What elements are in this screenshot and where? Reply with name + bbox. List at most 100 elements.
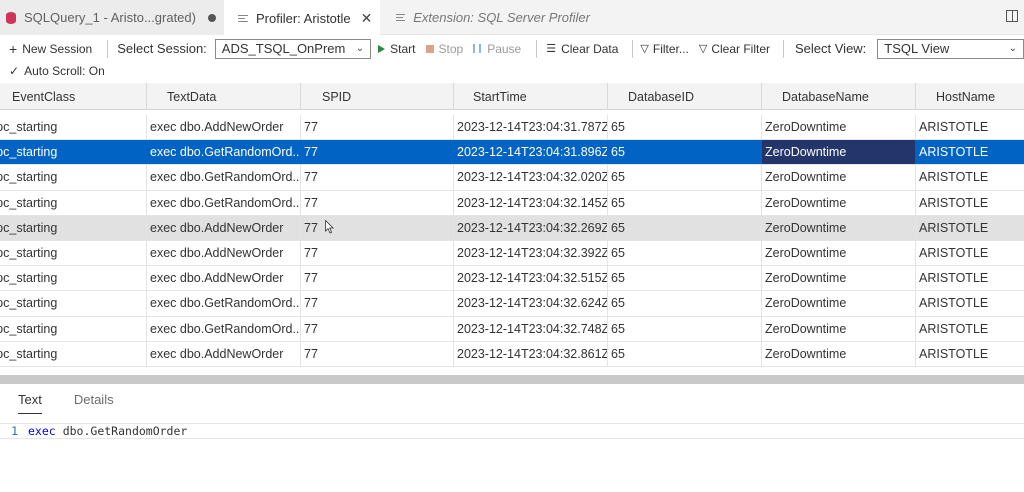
cell-eventclass[interactable]: rpc_starting (0, 215, 147, 240)
cell-spid[interactable]: 77 (301, 190, 454, 215)
cell-spid[interactable]: 77 (301, 240, 454, 266)
new-session-button[interactable]: + New Session (9, 41, 92, 57)
cell-spid[interactable]: 77 (301, 165, 454, 190)
cell-starttime[interactable]: 2023-12-14T23:04:32.861Z (454, 341, 608, 366)
cell-starttime[interactable]: 2023-12-14T23:04:32.624Z (454, 291, 608, 316)
table-row[interactable]: rpc_starting exec dbo.GetRandomOrd...77 20… (0, 316, 1024, 342)
column-header-spid[interactable]: SPID (301, 83, 454, 110)
cell-textdata[interactable]: exec dbo.GetRandomOrd... (147, 165, 301, 190)
clear-data-button[interactable]: ☰ Clear Data (546, 42, 618, 56)
cell-eventclass[interactable]: rpc_starting (0, 291, 147, 316)
cell-hostname[interactable]: ARISTOTLE (916, 317, 1024, 341)
cell-spid[interactable]: 77 (301, 316, 454, 341)
table-row[interactable]: rpc_starting exec dbo.AddNewOrder 77 2023-1… (0, 341, 1024, 367)
session-select[interactable]: ADS_TSQL_OnPrem ⌄ (214, 38, 372, 59)
cell-spid[interactable]: 77 (301, 215, 454, 240)
cell-starttime[interactable]: 2023-12-14T23:04:32.392Z (454, 240, 608, 266)
cell-databasename[interactable]: ZeroDowntime (762, 215, 916, 240)
cell-hostname[interactable]: ARISTOTLE (916, 140, 1024, 164)
cell-textdata[interactable]: exec dbo.GetRandomOrd... (147, 316, 301, 341)
cell-textdata[interactable]: exec dbo.AddNewOrder (147, 266, 301, 291)
cell-textdata[interactable]: exec dbo.AddNewOrder (147, 215, 301, 240)
cell-hostname[interactable]: ARISTOTLE (916, 216, 1024, 240)
cell-databaseid[interactable]: 65 (608, 316, 762, 341)
table-row[interactable]: rpc_starting exec dbo.GetRandomOrd...77 20… (0, 140, 1024, 166)
cell-databaseid[interactable]: 65 (608, 215, 762, 240)
cell-starttime[interactable]: 2023-12-14T23:04:31.896Z (454, 140, 608, 165)
cell-databaseid[interactable]: 65 (608, 291, 762, 316)
cell-databaseid[interactable]: 65 (608, 165, 762, 190)
cell-eventclass[interactable]: rpc_starting (0, 240, 147, 266)
cell-eventclass[interactable]: rpc_starting (0, 341, 147, 366)
table-row[interactable]: rpc_starting exec dbo.GetRandomOrd...77 20… (0, 190, 1024, 216)
cell-databasename[interactable]: ZeroDowntime (762, 190, 916, 215)
cell-databaseid[interactable]: 65 (608, 341, 762, 366)
text-viewer[interactable]: 1 exec dbo.GetRandomOrder (0, 423, 1024, 439)
cell-textdata[interactable]: exec dbo.AddNewOrder (147, 341, 301, 366)
unsaved-dot-icon[interactable] (207, 13, 216, 22)
cell-databaseid[interactable]: 65 (608, 240, 762, 266)
close-icon[interactable]: ✕ (361, 11, 373, 25)
cell-hostname[interactable]: ARISTOTLE (916, 342, 1024, 366)
table-row[interactable]: rpc_starting exec dbo.GetRandomOrd...77 20… (0, 291, 1024, 317)
column-header-eventclass[interactable]: EventClass (0, 83, 147, 110)
cell-hostname[interactable]: ARISTOTLE (916, 266, 1024, 290)
cell-textdata[interactable]: exec dbo.GetRandomOrd... (147, 291, 301, 316)
pause-button[interactable]: Pause (473, 42, 521, 56)
panel-splitter[interactable] (0, 375, 1024, 384)
table-row[interactable]: rpc_starting exec dbo.AddNewOrder 77 2023-1… (0, 266, 1024, 292)
cell-databasename[interactable]: ZeroDowntime (762, 316, 916, 341)
cell-starttime[interactable]: 2023-12-14T23:04:32.748Z (454, 316, 608, 341)
cell-databasename[interactable]: ZeroDowntime (762, 341, 916, 366)
column-header-hostname[interactable]: HostName (916, 83, 1024, 110)
tab-sqlquery[interactable]: SQLQuery_1 - Aristo...grated) (0, 0, 224, 35)
cell-textdata[interactable]: exec dbo.GetRandomOrd... (147, 190, 301, 215)
cell-eventclass[interactable]: rpc_starting (0, 140, 147, 165)
stop-button[interactable]: Stop (425, 42, 463, 56)
cell-databasename[interactable]: ZeroDowntime (762, 165, 916, 190)
cell-eventclass[interactable]: rpc_starting (0, 316, 147, 341)
cell-starttime[interactable]: 2023-12-14T23:04:32.515Z (454, 266, 608, 291)
cell-hostname[interactable]: ARISTOTLE (916, 241, 1024, 265)
cell-databasename[interactable]: ZeroDowntime (762, 266, 916, 291)
cell-databasename[interactable]: ZeroDowntime (762, 291, 916, 316)
cell-eventclass[interactable]: rpc_starting (0, 115, 147, 140)
table-row[interactable]: rpc_starting exec dbo.AddNewOrder 77 2023-1… (0, 240, 1024, 267)
column-header-databasename[interactable]: DatabaseName (762, 83, 916, 110)
cell-databaseid[interactable]: 65 (608, 115, 762, 140)
cell-starttime[interactable]: 2023-12-14T23:04:32.145Z (454, 190, 608, 215)
cell-hostname[interactable]: ARISTOTLE (916, 165, 1024, 189)
clear-filter-button[interactable]: ▽ Clear Filter (699, 42, 770, 56)
cell-spid[interactable]: 77 (301, 341, 454, 366)
cell-hostname[interactable]: ARISTOTLE (916, 191, 1024, 215)
start-button[interactable]: Start (378, 42, 416, 56)
column-header-textdata[interactable]: TextData (147, 83, 301, 110)
split-editor-icon[interactable] (1006, 10, 1018, 22)
cell-databaseid[interactable]: 65 (608, 190, 762, 215)
cell-databasename[interactable]: ZeroDowntime (762, 140, 916, 165)
profiler-events-grid[interactable]: EventClass TextData SPID StartTime Datab… (0, 83, 1024, 375)
cell-textdata[interactable]: exec dbo.AddNewOrder (147, 240, 301, 266)
table-row[interactable]: rpc_starting exec dbo.AddNewOrder 77 2023-1… (0, 215, 1024, 241)
cell-spid[interactable]: 77 (301, 140, 454, 165)
cell-eventclass[interactable]: rpc_starting (0, 190, 147, 215)
cell-databaseid[interactable]: 65 (608, 140, 762, 165)
table-row[interactable]: rpc_starting exec dbo.GetRandomOrd...77 20… (0, 165, 1024, 191)
tab-profiler[interactable]: Profiler: Aristotle ✕ (224, 0, 380, 36)
cell-databasename[interactable]: ZeroDowntime (762, 115, 916, 140)
cell-spid[interactable]: 77 (301, 266, 454, 291)
cell-starttime[interactable]: 2023-12-14T23:04:32.269Z (454, 215, 608, 240)
table-row[interactable]: rpc_starting exec dbo.AddNewOrder 77 2023-1… (0, 115, 1024, 141)
cell-textdata[interactable]: exec dbo.GetRandomOrd... (147, 140, 301, 165)
tab-extension[interactable]: Extension: SQL Server Profiler (380, 0, 590, 35)
auto-scroll-toggle[interactable]: ✓ Auto Scroll: On (0, 61, 105, 81)
column-header-starttime[interactable]: StartTime (454, 83, 608, 110)
cell-starttime[interactable]: 2023-12-14T23:04:31.787Z (454, 115, 608, 140)
filter-button[interactable]: ▽ Filter... (640, 42, 688, 56)
view-select[interactable]: TSQL View ⌄ (877, 38, 1024, 59)
cell-databasename[interactable]: ZeroDowntime (762, 240, 916, 266)
tab-details[interactable]: Details (74, 392, 114, 416)
cell-spid[interactable]: 77 (301, 115, 454, 140)
cell-textdata[interactable]: exec dbo.AddNewOrder (147, 115, 301, 140)
cell-hostname[interactable]: ARISTOTLE (916, 291, 1024, 315)
